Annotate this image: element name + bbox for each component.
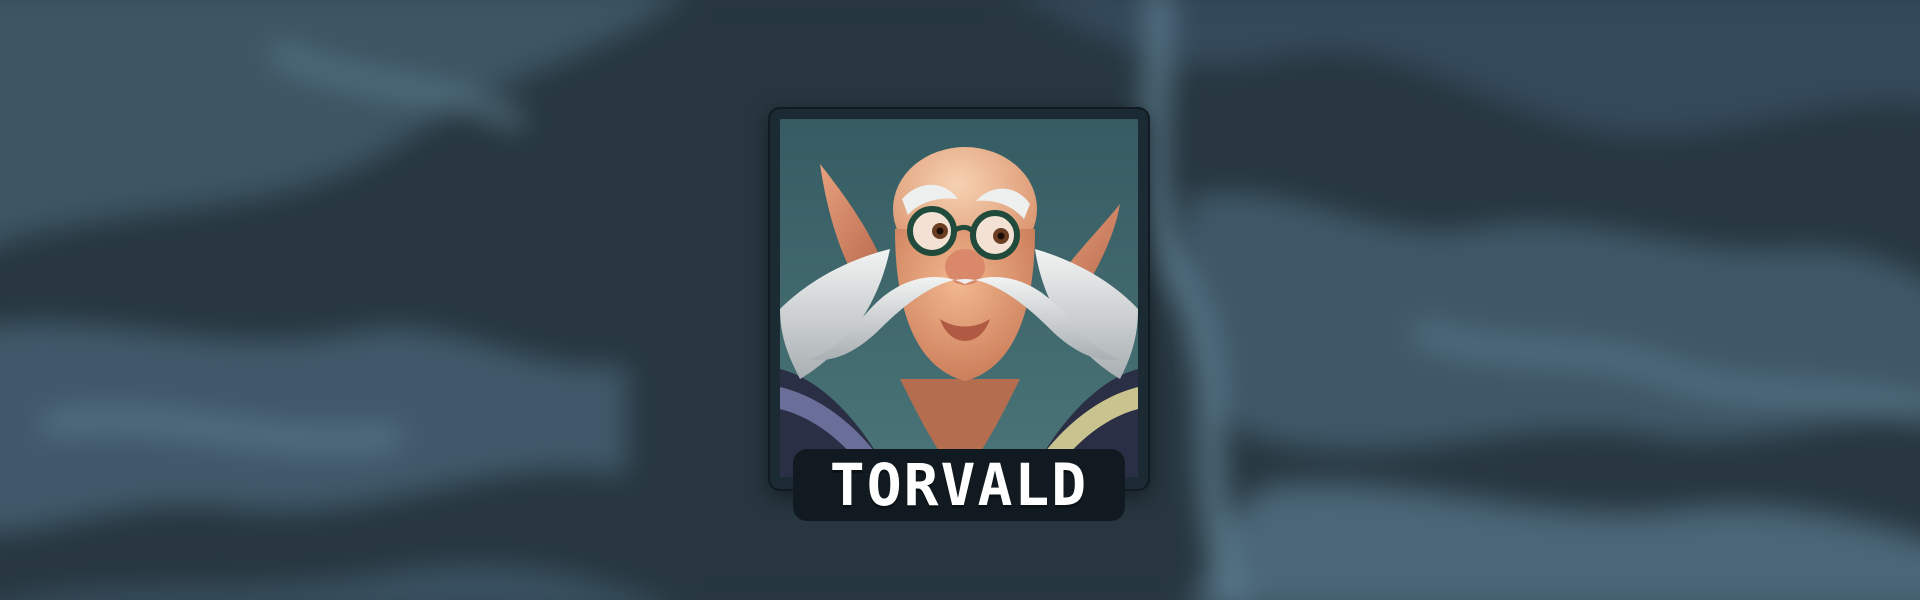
hero-nameplate: TORVALD [793, 449, 1125, 521]
gnome-elder-portrait-icon [780, 119, 1138, 477]
hero-name: TORVALD [829, 451, 1089, 519]
hero-portrait-card[interactable]: TORVALD [770, 109, 1148, 521]
